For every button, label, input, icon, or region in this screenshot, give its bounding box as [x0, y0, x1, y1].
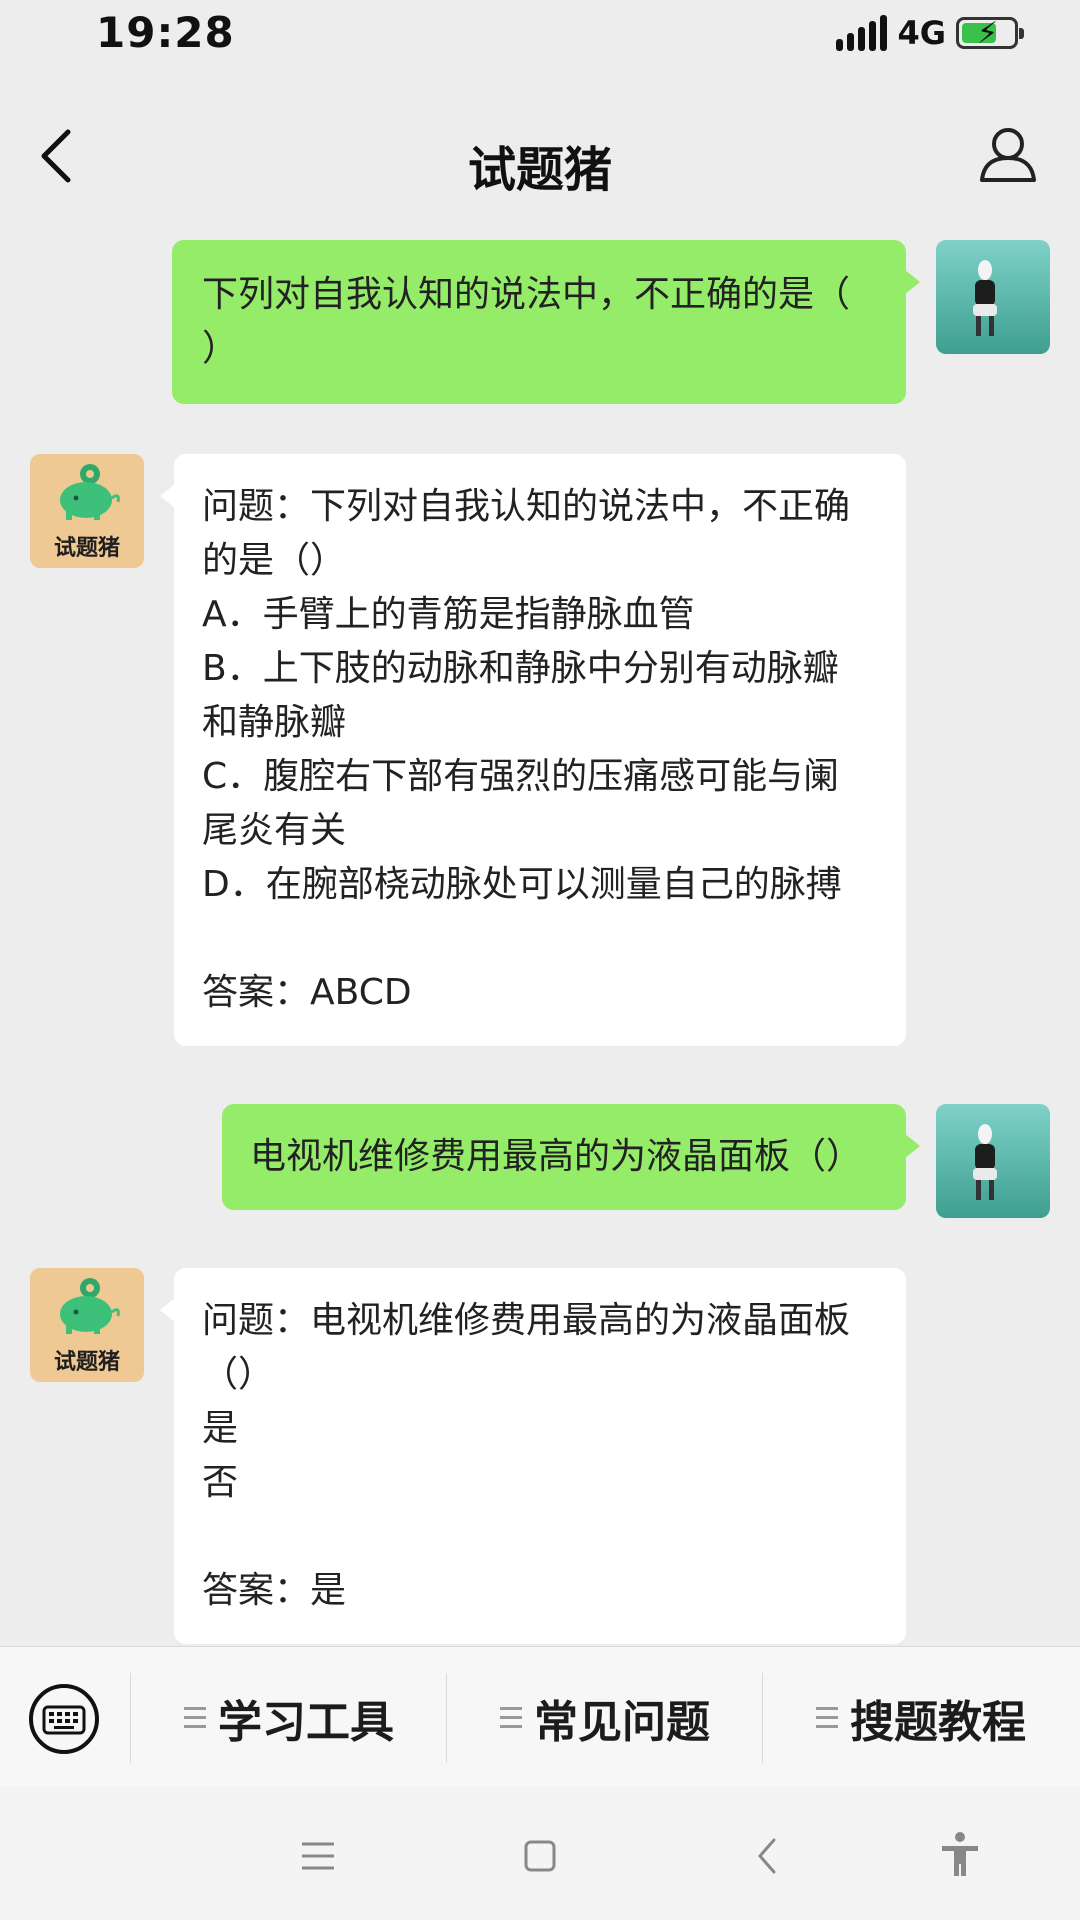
accessibility-icon[interactable] [930, 1826, 990, 1886]
keyboard-icon[interactable] [28, 1683, 100, 1755]
menu-item-study-tools[interactable]: 学习工具 [184, 1683, 394, 1753]
battery-icon: ⚡ [956, 16, 1024, 51]
menu-divider [130, 1673, 131, 1763]
menu-item-search-tutorial[interactable]: 搜题教程 [816, 1683, 1026, 1753]
piggy-bank-icon [60, 1278, 120, 1334]
wechat-chat-screen: 19:28 4G ⚡ 试题猪 下列对自我认知的说法中，不正确的是（ ） 试题猪 … [0, 0, 1080, 1920]
piggy-bank-icon [60, 464, 120, 520]
status-bar: 19:28 4G ⚡ [0, 0, 1080, 80]
network-label: 4G [897, 14, 946, 52]
menu-lines-icon [184, 1707, 206, 1729]
menu-lines-icon [500, 1707, 522, 1729]
bot-avatar[interactable]: 试题猪 [30, 1268, 144, 1382]
signal-icon [836, 15, 888, 51]
message-list[interactable]: 下列对自我认知的说法中，不正确的是（ ） 试题猪 问题：下列对自我认知的说法中，… [0, 210, 1080, 1646]
chat-title: 试题猪 [467, 142, 612, 198]
menu-item-label: 常见问题 [534, 1697, 710, 1748]
system-nav-bar [0, 1786, 1080, 1920]
user-avatar-figure [973, 260, 997, 336]
profile-icon[interactable] [978, 124, 1038, 184]
menu-lines-icon [816, 1707, 838, 1729]
status-indicators: 4G ⚡ [836, 14, 1024, 52]
chat-menu-bar: 学习工具 常见问题 搜题教程 [0, 1646, 1080, 1787]
menu-icon[interactable] [288, 1826, 348, 1886]
message-bubble-bot[interactable]: 问题：电视机维修费用最高的为液晶面板 （） 是 否 答案：是 [160, 1268, 906, 1644]
menu-divider [446, 1673, 447, 1763]
status-time: 19:28 [96, 8, 235, 57]
message-bubble-bot[interactable]: 问题：下列对自我认知的说法中，不正确 的是（） A．手臂上的青筋是指静脉血管 B… [160, 454, 906, 1046]
menu-item-faq[interactable]: 常见问题 [500, 1683, 710, 1753]
home-icon[interactable] [510, 1826, 570, 1886]
chat-header: 试题猪 [0, 80, 1080, 210]
menu-item-label: 学习工具 [218, 1697, 394, 1748]
bot-avatar-label: 试题猪 [53, 536, 120, 561]
back-icon[interactable] [738, 1826, 798, 1886]
user-avatar-figure [973, 1124, 997, 1200]
message-bubble-user[interactable]: 电视机维修费用最高的为液晶面板（） [222, 1104, 920, 1210]
user-avatar[interactable] [936, 240, 1050, 354]
bot-avatar[interactable]: 试题猪 [30, 454, 144, 568]
menu-item-label: 搜题教程 [850, 1697, 1026, 1748]
user-avatar[interactable] [936, 1104, 1050, 1218]
bot-avatar-label: 试题猪 [53, 1350, 120, 1375]
message-bubble-user[interactable]: 下列对自我认知的说法中，不正确的是（ ） [172, 240, 920, 404]
menu-divider [762, 1673, 763, 1763]
